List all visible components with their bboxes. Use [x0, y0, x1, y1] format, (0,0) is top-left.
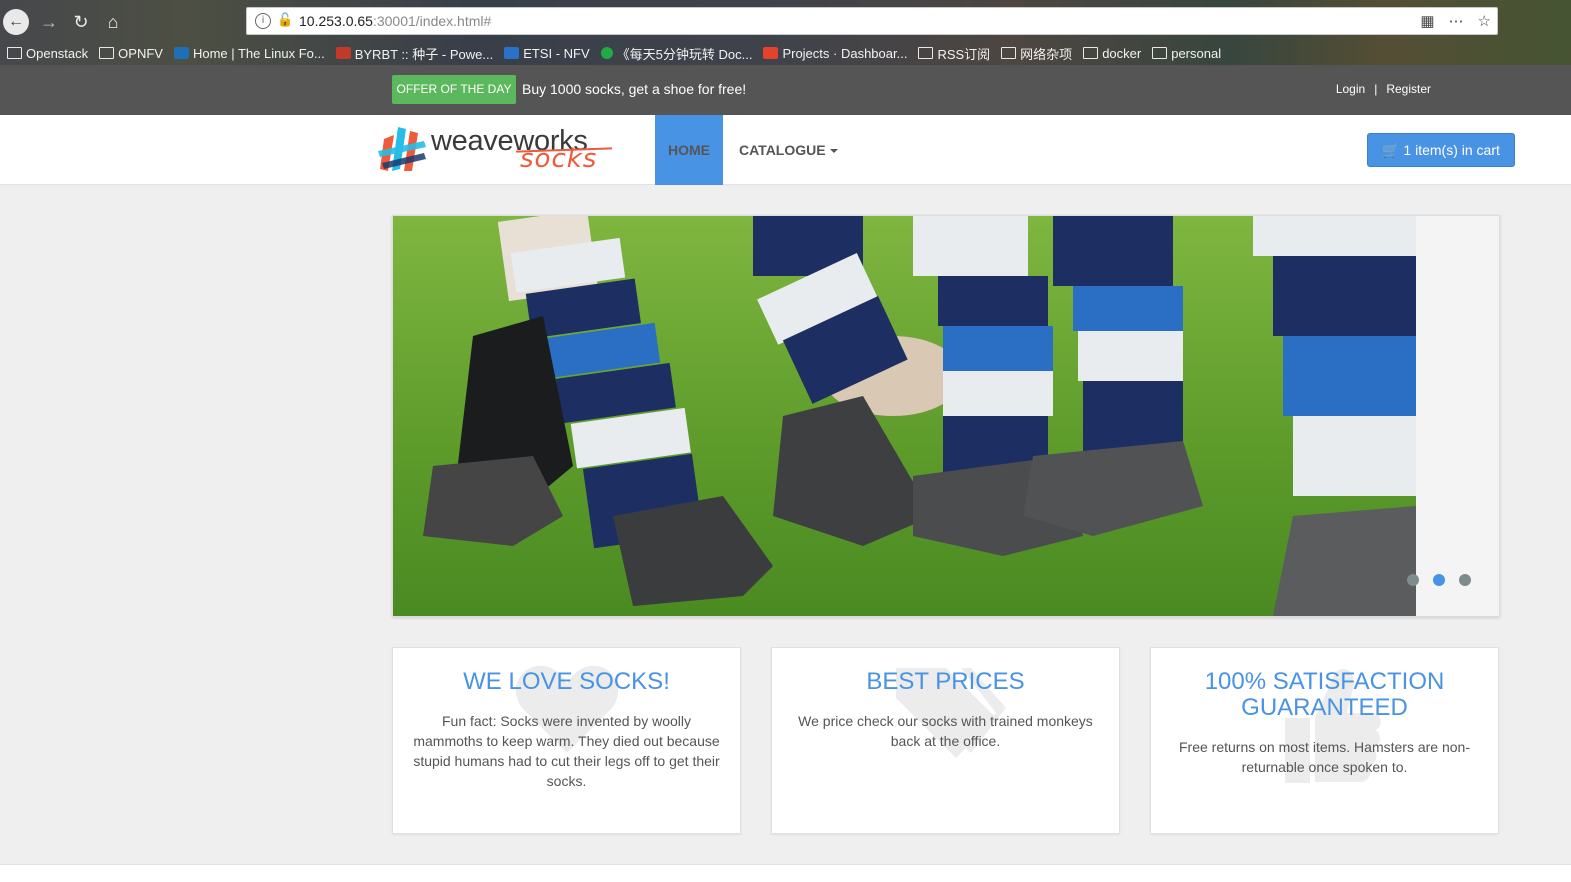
- folder-icon: [7, 47, 22, 59]
- bookmark-label: RSS订阅: [937, 46, 991, 62]
- register-link[interactable]: Register: [1386, 82, 1431, 96]
- reload-icon[interactable]: ↻: [68, 9, 94, 35]
- logo-weave: weave: [431, 125, 514, 157]
- rugby-socks-image: [393, 216, 1416, 616]
- feature-box-best-prices: BEST PRICES We price check our socks wit…: [771, 647, 1120, 834]
- carousel-dot[interactable]: [1459, 574, 1471, 586]
- qr-code-icon[interactable]: ▦: [1420, 12, 1434, 30]
- bookmarks-bar: Openstack OPNFV Home | The Linux Fo... BYRB…: [0, 42, 1571, 64]
- logo-socks: socks: [520, 144, 598, 174]
- cart-label: 1 item(s) in cart: [1403, 142, 1500, 158]
- cart-button[interactable]: 🛒 1 item(s) in cart: [1367, 133, 1515, 167]
- bookmark-item[interactable]: Projects · Dashboar...: [763, 46, 907, 61]
- auth-links: Login | Register: [1336, 82, 1431, 96]
- auth-separator: |: [1374, 82, 1378, 96]
- hero-carousel: [392, 215, 1500, 617]
- bookmark-item[interactable]: docker: [1083, 46, 1141, 61]
- bookmark-item[interactable]: RSS订阅: [918, 44, 990, 63]
- carousel-dot[interactable]: [1407, 574, 1419, 586]
- feature-box-love-socks: WE LOVE SOCKS! Fun fact: Socks were inve…: [392, 647, 741, 834]
- bookmark-item[interactable]: Openstack: [7, 46, 88, 61]
- feature-box-satisfaction: 100% SATISFACTION GUARANTEED Free return…: [1150, 647, 1499, 834]
- caret-down-icon: [829, 149, 838, 154]
- nav-home[interactable]: HOME: [655, 115, 723, 185]
- bookmark-item[interactable]: personal: [1152, 46, 1221, 61]
- footer: [0, 864, 1571, 882]
- url-text[interactable]: 10.253.0.65:30001/index.html#: [299, 13, 491, 29]
- linux-foundation-icon: [173, 47, 189, 59]
- more-icon[interactable]: ⋯: [1449, 12, 1464, 30]
- bookmark-label: 《每天5分钟玩转 Doc...: [616, 46, 753, 62]
- bookmark-item[interactable]: 网络杂项: [1001, 44, 1072, 63]
- home-icon[interactable]: ⌂: [100, 9, 126, 35]
- url-path: :30001/index.html#: [372, 13, 492, 29]
- bookmark-label: Home | The Linux Fo...: [192, 45, 325, 61]
- weaveworks-logo-icon: [378, 127, 426, 171]
- top-bar: OFFER OF THE DAY Buy 1000 socks, get a s…: [0, 65, 1571, 115]
- carousel-dots: [1407, 574, 1471, 586]
- info-icon[interactable]: i: [255, 13, 271, 29]
- bookmark-item[interactable]: BYRBT :: 种子 - Powe...: [335, 44, 494, 63]
- feature-text: Free returns on most items. Hamsters are…: [1179, 739, 1470, 775]
- forward-icon[interactable]: →: [36, 9, 62, 35]
- bookmark-label: docker: [1102, 45, 1142, 61]
- bookmark-item[interactable]: ETSI - NFV: [504, 45, 590, 61]
- feature-title: WE LOVE SOCKS!: [463, 668, 670, 695]
- star-icon[interactable]: ☆: [1478, 12, 1491, 30]
- folder-icon: [1083, 47, 1099, 59]
- bookmark-item[interactable]: 《每天5分钟玩转 Doc...: [600, 44, 753, 63]
- bookmark-item[interactable]: OPNFV: [99, 46, 163, 61]
- bookmark-label: Openstack: [26, 45, 89, 61]
- folder-icon: [918, 47, 934, 59]
- etsi-icon: [504, 47, 520, 59]
- offer-text: Buy 1000 socks, get a shoe for free!: [522, 81, 747, 97]
- insecure-lock-icon[interactable]: 🔓: [277, 12, 293, 28]
- folder-icon: [99, 47, 115, 59]
- login-link[interactable]: Login: [1336, 82, 1365, 96]
- back-icon[interactable]: ←: [3, 9, 29, 35]
- feature-title: 100% SATISFACTION GUARANTEED: [1204, 668, 1445, 721]
- bookmark-label: personal: [1171, 45, 1222, 61]
- url-host: 10.253.0.65: [299, 13, 373, 29]
- byrbt-icon: [335, 47, 351, 59]
- nav-catalogue[interactable]: CATALOGUE: [739, 115, 838, 185]
- carousel-dot[interactable]: [1433, 574, 1445, 586]
- cart-icon: 🛒: [1382, 142, 1400, 158]
- offer-badge[interactable]: OFFER OF THE DAY: [392, 75, 516, 104]
- browser-chrome: ← → ↻ ⌂ i 🔓 10.253.0.65:30001/index.html…: [0, 0, 1571, 65]
- folder-icon: [1001, 47, 1017, 59]
- hero-image: [393, 216, 1416, 616]
- catalogue-label: CATALOGUE: [739, 142, 826, 158]
- bookmark-label: 网络杂项: [1020, 46, 1073, 62]
- bookmark-label: Projects · Dashboar...: [782, 45, 908, 61]
- main-navbar: weaveworks socks HOME CATALOGUE 🛒 1 item…: [0, 115, 1571, 185]
- feature-title: BEST PRICES: [866, 668, 1025, 695]
- address-bar[interactable]: i 🔓 10.253.0.65:30001/index.html# ▦ ⋯ ☆: [246, 7, 1498, 35]
- logo[interactable]: weaveworks socks: [378, 125, 618, 175]
- gitlab-icon: [763, 47, 779, 59]
- bookmark-label: OPNFV: [118, 45, 163, 61]
- bookmark-label: BYRBT :: 种子 - Powe...: [354, 46, 494, 62]
- url-actions: ▦ ⋯ ☆: [1420, 12, 1491, 30]
- bookmark-label: ETSI - NFV: [523, 45, 590, 61]
- folder-icon: [1152, 47, 1168, 59]
- green-dot-icon: [600, 47, 613, 59]
- feature-text: We price check our socks with trained mo…: [798, 713, 1093, 749]
- feature-text: Fun fact: Socks were invented by woolly …: [413, 713, 720, 789]
- bookmark-item[interactable]: Home | The Linux Fo...: [173, 45, 325, 61]
